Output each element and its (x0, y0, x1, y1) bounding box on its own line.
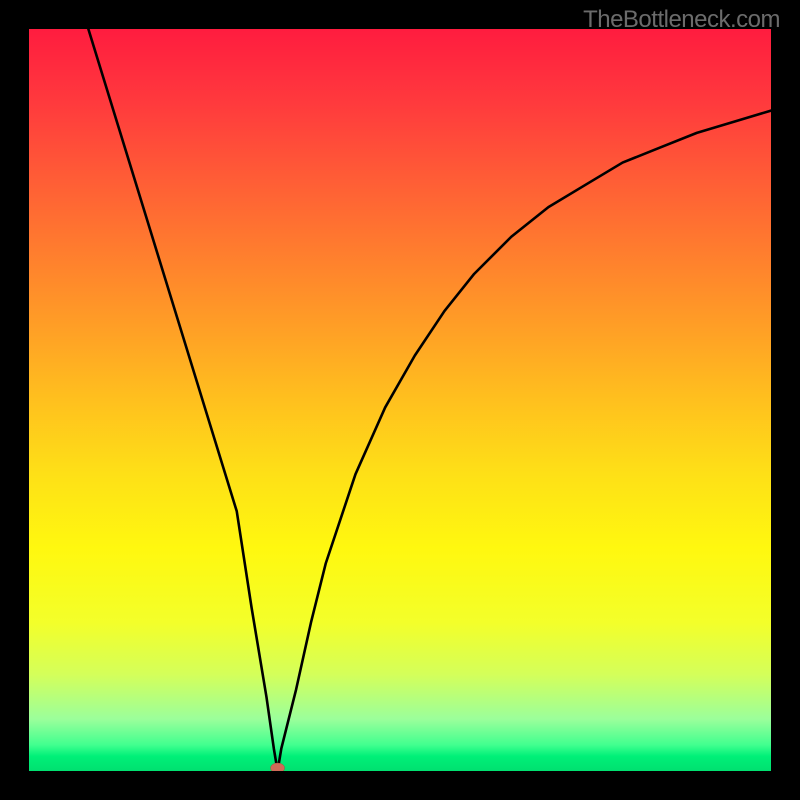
chart-svg (29, 29, 771, 771)
curve-minimum-marker (271, 763, 285, 771)
watermark-text: TheBottleneck.com (583, 6, 780, 34)
chart-plot-area (29, 29, 771, 771)
chart-frame: TheBottleneck.com (0, 0, 800, 800)
bottleneck-curve-line (88, 29, 771, 771)
